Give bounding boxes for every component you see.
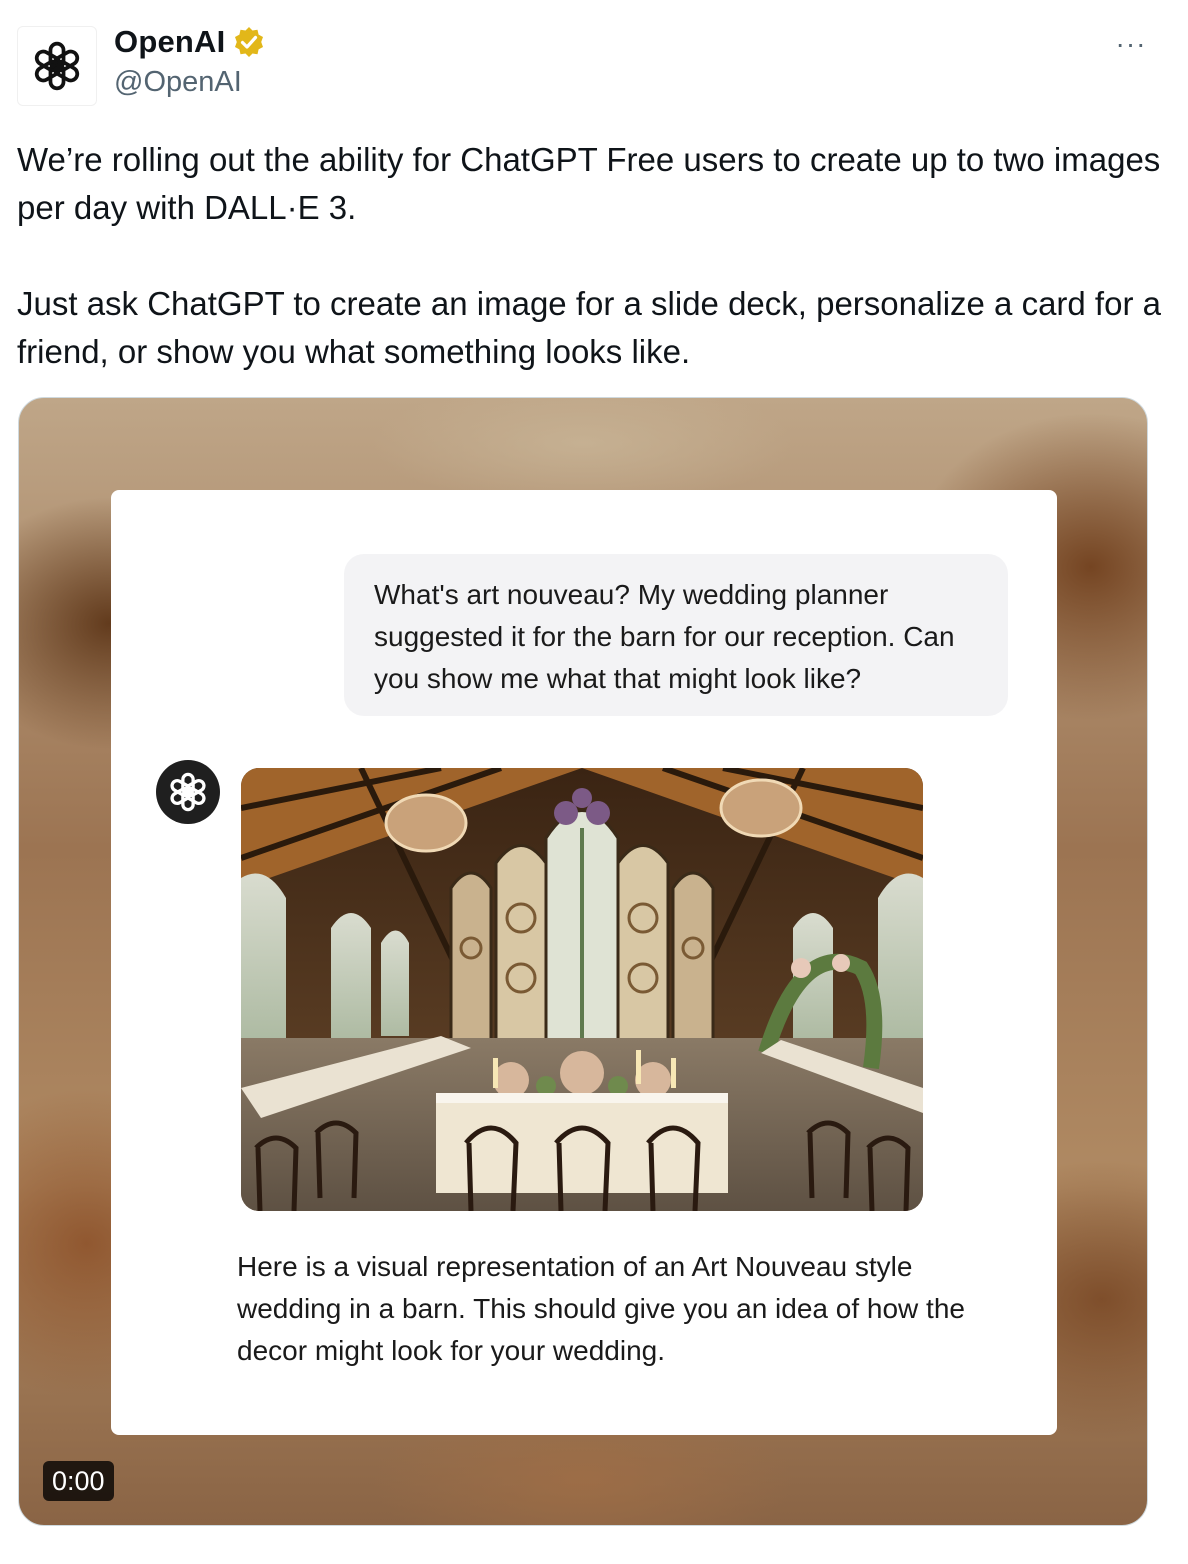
video-player[interactable]: What's art nouveau? My wedding planner s… [18,397,1148,1526]
art-nouveau-barn-illustration [241,768,923,1211]
verified-badge-icon [235,27,264,57]
tweet-paragraph: We’re rolling out the ability for ChatGP… [17,141,1161,226]
more-icon: ··· [1115,28,1147,59]
author-display-name[interactable]: OpenAI [114,24,225,60]
author-avatar[interactable] [17,26,97,106]
chat-card: What's art nouveau? My wedding planner s… [111,490,1057,1435]
chatgpt-logo-icon [170,772,206,812]
author-name-row[interactable]: OpenAI [114,24,265,60]
video-timestamp: 0:00 [43,1461,114,1501]
generated-image [241,768,923,1211]
tweet-text: We’re rolling out the ability for ChatGP… [17,136,1167,376]
more-options-button[interactable]: ··· [1110,28,1152,60]
assistant-avatar [156,760,220,824]
tweet-paragraph: Just ask ChatGPT to create an image for … [17,285,1161,370]
assistant-response: Here is a visual representation of an Ar… [237,1251,965,1366]
openai-logo-icon [34,41,80,91]
author-handle[interactable]: @OpenAI [114,66,242,99]
user-message-bubble: What's art nouveau? My wedding planner s… [344,554,1008,716]
